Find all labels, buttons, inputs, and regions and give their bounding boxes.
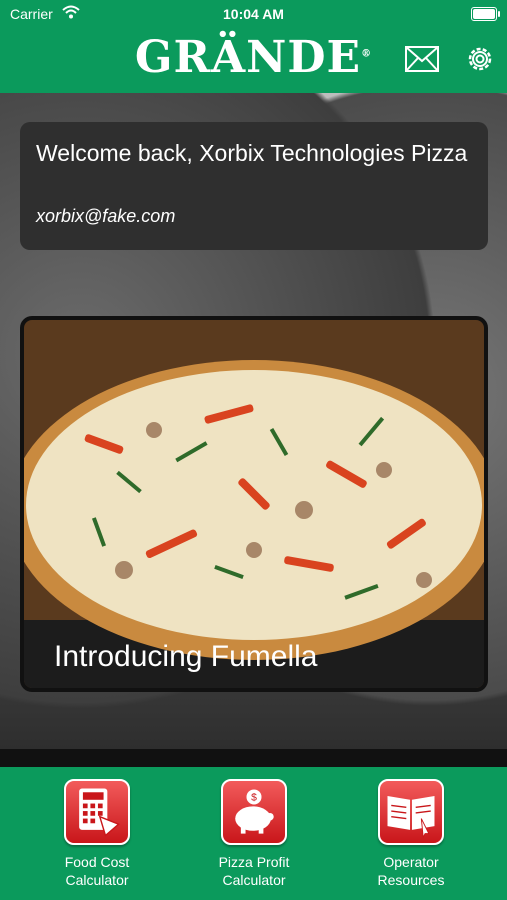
- food-cost-label-line2: Calculator: [65, 872, 129, 888]
- bottom-nav: Food Cost Calculator $ Pizza Profit Calc…: [0, 767, 507, 900]
- operator-resources-button[interactable]: Operator Resources: [346, 779, 476, 889]
- piggy-bank-icon: $: [221, 779, 287, 845]
- app-screen: Carrier 10:04 AM GRÄNDE® Welcome back, X…: [0, 0, 507, 900]
- svg-text:$: $: [251, 793, 257, 804]
- pizza-profit-label-line2: Calculator: [222, 872, 286, 888]
- operator-resources-label-line2: Resources: [377, 872, 445, 888]
- food-cost-calculator-button[interactable]: Food Cost Calculator: [32, 779, 162, 889]
- divider-bar: [0, 749, 507, 767]
- welcome-card: Welcome back, Xorbix Technologies Pizza …: [20, 122, 488, 250]
- status-time: 10:04 AM: [223, 6, 284, 22]
- logo-text: GRÄNDE: [134, 32, 362, 83]
- pizza-profit-label-line1: Pizza Profit: [218, 854, 290, 870]
- pizza-profit-calculator-button[interactable]: $ Pizza Profit Calculator: [189, 779, 319, 889]
- operator-resources-label-line1: Operator: [383, 854, 439, 870]
- pizza-image: [24, 320, 484, 688]
- promo-caption: Introducing Fumella: [54, 640, 318, 673]
- status-bar: Carrier 10:04 AM: [0, 0, 507, 28]
- promo-banner[interactable]: Introducing Fumella: [20, 316, 488, 692]
- user-email: xorbix@fake.com: [36, 206, 176, 226]
- mail-icon[interactable]: [405, 46, 439, 72]
- book-icon: [378, 779, 444, 845]
- food-cost-label-line1: Food Cost: [64, 854, 130, 870]
- welcome-title: Welcome back, Xorbix Technologies Pizza: [36, 140, 468, 166]
- logo-registered-mark: ®: [361, 48, 373, 60]
- gear-icon[interactable]: [464, 43, 496, 75]
- calculator-pizza-icon: [64, 779, 130, 845]
- battery-icon: [471, 7, 500, 21]
- top-bar: Carrier 10:04 AM GRÄNDE®: [0, 0, 507, 93]
